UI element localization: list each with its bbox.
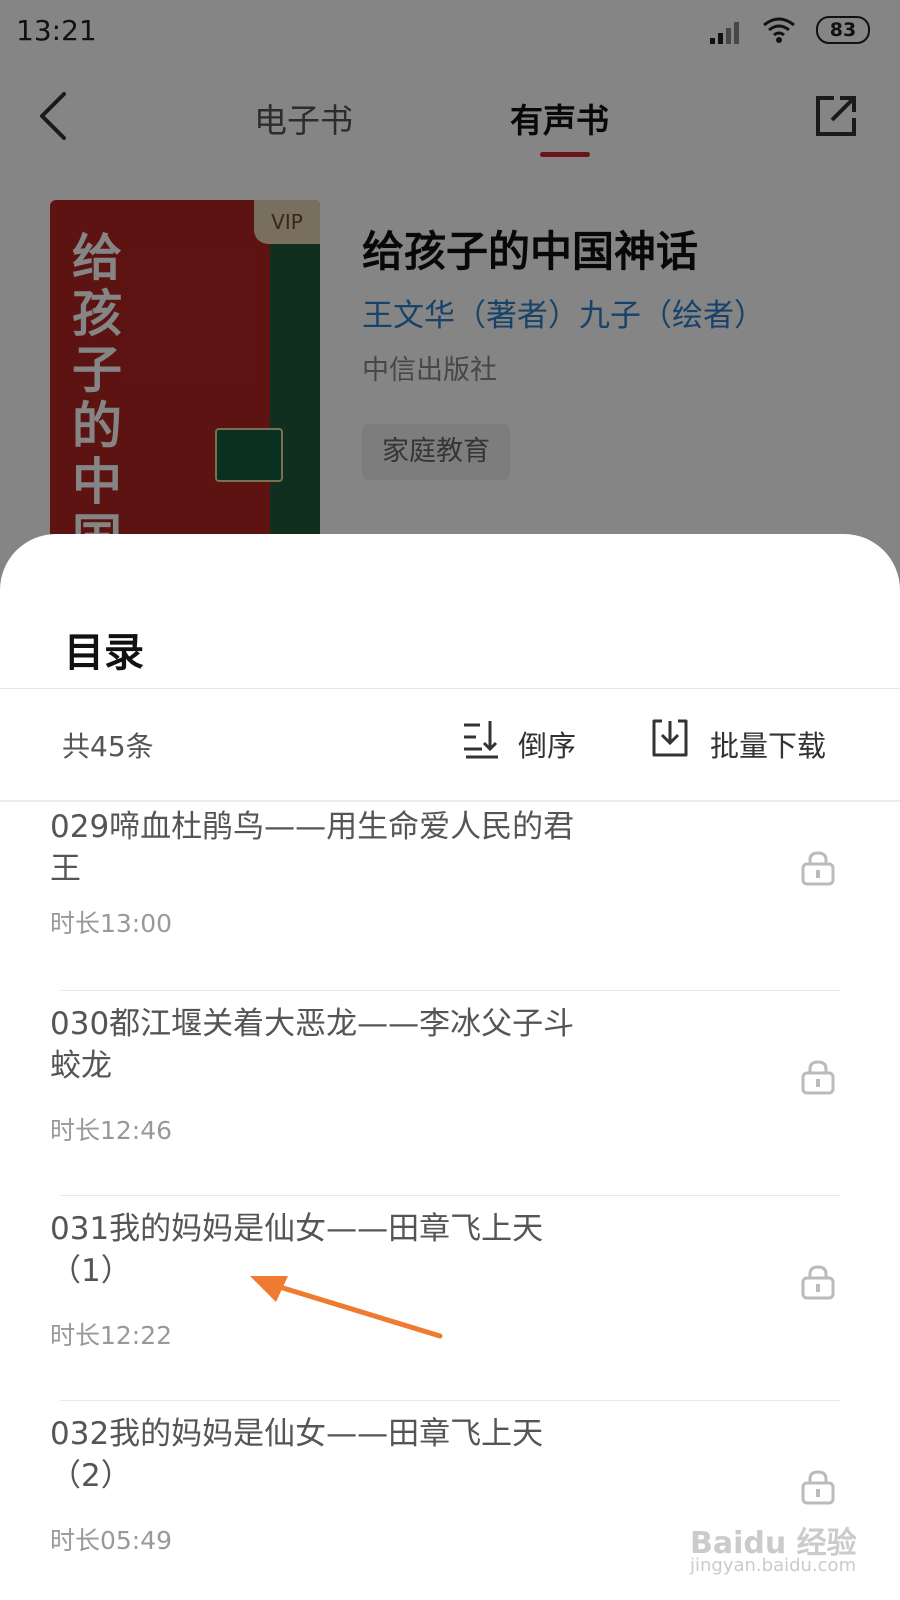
lock-icon (801, 1470, 835, 1505)
sort-label: 倒序 (518, 729, 577, 763)
chapter-title: 029啼血杜鹃鸟——用生命爱人民的君王 (50, 809, 575, 887)
chapter-count: 共45条 (62, 730, 154, 763)
chapter-item[interactable]: 030都江堰关着大恶龙——李冰父子斗蛟龙 时长12:46 (50, 991, 840, 1196)
batch-download-label: 批量下载 (710, 729, 827, 763)
chapter-duration: 时长12:22 (50, 1321, 173, 1350)
catalog-title: 目录 (64, 630, 144, 676)
lock-icon (801, 1060, 835, 1095)
lock-icon (801, 1265, 835, 1300)
chapter-title: 030都江堰关着大恶龙——李冰父子斗蛟龙 (50, 1006, 575, 1084)
baidu-watermark-url: jingyan.baidu.com (690, 1555, 857, 1576)
sort-icon (464, 721, 498, 759)
annotation-arrow (250, 1276, 443, 1339)
chapter-item[interactable]: 031我的妈妈是仙女——田章飞上天（1） 时长12:22 (50, 1196, 840, 1401)
download-icon (652, 719, 688, 757)
catalog-toolbar: 共45条 倒序 批量下载 (0, 689, 900, 799)
lock-icon (801, 851, 835, 886)
chapter-duration: 时长05:49 (50, 1526, 173, 1555)
chapter-title: 032我的妈妈是仙女——田章飞上天（2） (50, 1416, 544, 1494)
chapter-duration: 时长12:46 (50, 1116, 173, 1145)
catalog-sheet: 目录 共45条 倒序 批量下载 029啼血杜鹃鸟——用生命爱人民的君王 时长13… (0, 534, 900, 1600)
chapter-duration: 时长13:00 (50, 909, 173, 938)
chapter-item[interactable]: 029啼血杜鹃鸟——用生命爱人民的君王 时长13:00 (50, 802, 840, 991)
chapter-list: 029啼血杜鹃鸟——用生命爱人民的君王 时长13:00 030都江堰关着大恶龙—… (0, 802, 900, 1600)
